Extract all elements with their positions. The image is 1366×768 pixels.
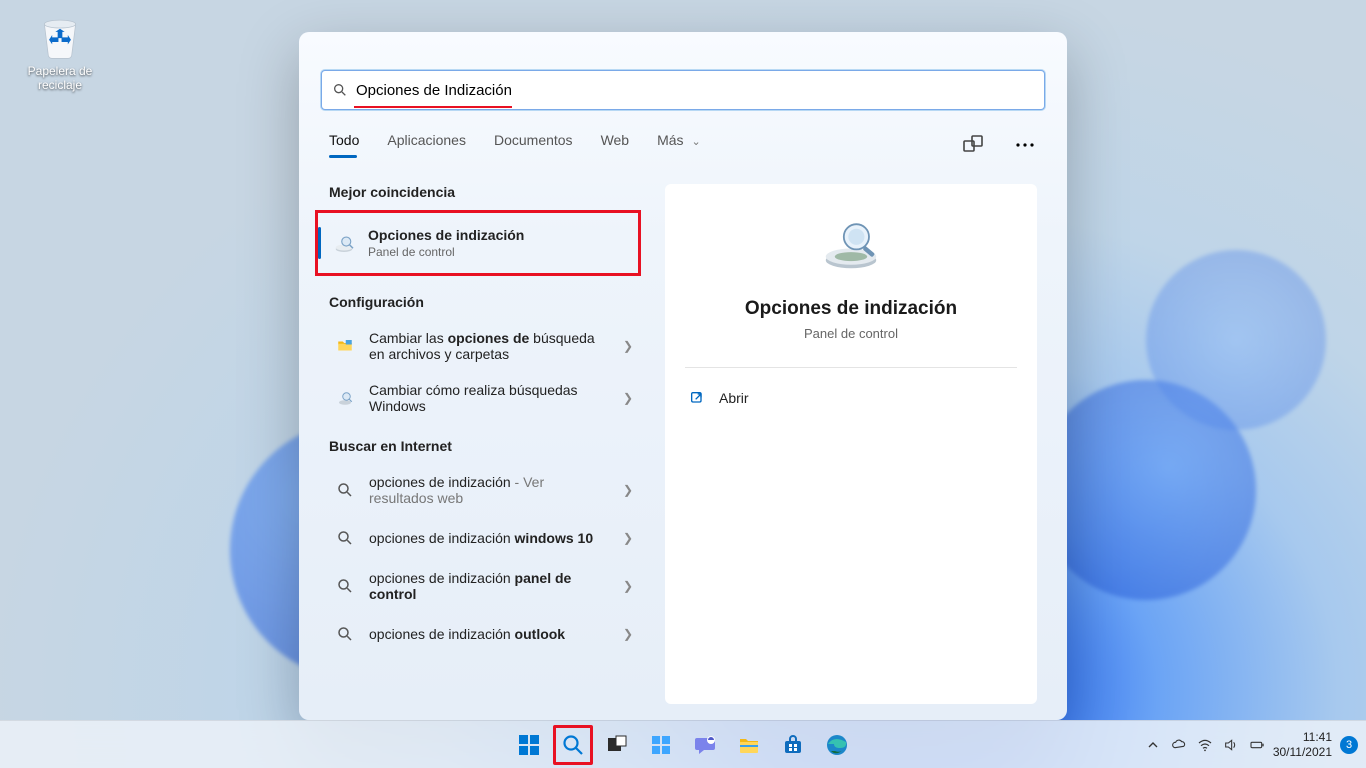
settings-item-label: Cambiar cómo realiza búsquedas Windows bbox=[369, 382, 605, 414]
indexing-options-icon bbox=[332, 231, 356, 255]
widgets-icon bbox=[649, 733, 673, 757]
tab-more[interactable]: Más ⌄ bbox=[657, 132, 701, 158]
search-app-launch-icon[interactable] bbox=[961, 133, 985, 157]
taskbar-edge-button[interactable] bbox=[817, 725, 857, 765]
search-icon bbox=[561, 733, 585, 757]
recycle-bin-label: Papelera de reciclaje bbox=[20, 64, 100, 92]
preview-open-label: Abrir bbox=[719, 390, 749, 406]
settings-item-icon bbox=[333, 334, 357, 358]
search-panel: Todo Aplicaciones Documentos Web Más ⌄ M… bbox=[299, 32, 1067, 720]
result-best-match[interactable]: Opciones de indización Panel de control bbox=[318, 219, 638, 267]
file-explorer-icon bbox=[737, 733, 761, 757]
open-icon bbox=[689, 390, 705, 406]
web-item-label: opciones de indización - Ver resultados … bbox=[369, 474, 605, 506]
chat-icon bbox=[693, 733, 717, 757]
taskbar-notification-badge[interactable]: 3 bbox=[1340, 736, 1358, 754]
taskbar-date: 30/11/2021 bbox=[1273, 745, 1332, 759]
search-tabs: Todo Aplicaciones Documentos Web Más ⌄ bbox=[299, 110, 1067, 158]
best-match-subtitle: Panel de control bbox=[368, 245, 624, 259]
taskbar-search-button[interactable] bbox=[553, 725, 593, 765]
search-icon bbox=[333, 574, 357, 598]
settings-item-icon bbox=[333, 386, 357, 410]
taskbar-widgets-button[interactable] bbox=[641, 725, 681, 765]
preview-title: Opciones de indización bbox=[685, 298, 1017, 320]
task-view-icon bbox=[605, 733, 629, 757]
taskbar-time: 11:41 bbox=[1273, 730, 1332, 744]
indexing-options-large-icon bbox=[815, 212, 887, 276]
onedrive-icon bbox=[1171, 737, 1187, 753]
tab-all[interactable]: Todo bbox=[329, 132, 359, 158]
search-icon bbox=[333, 622, 357, 646]
volume-icon bbox=[1223, 737, 1239, 753]
web-item-label: opciones de indización windows 10 bbox=[369, 530, 605, 546]
preview-action-open[interactable]: Abrir bbox=[685, 382, 1017, 414]
settings-section-label: Configuración bbox=[329, 294, 637, 310]
web-result-item[interactable]: opciones de indización windows 10 ❯ bbox=[329, 516, 637, 560]
web-item-label: opciones de indización outlook bbox=[369, 626, 605, 642]
microsoft-store-icon bbox=[781, 733, 805, 757]
tab-documents[interactable]: Documentos bbox=[494, 132, 573, 158]
annotation-best-match-highlight: Opciones de indización Panel de control bbox=[315, 210, 641, 276]
web-result-item[interactable]: opciones de indización - Ver resultados … bbox=[329, 464, 637, 516]
chevron-right-icon: ❯ bbox=[623, 579, 633, 593]
annotation-underline bbox=[354, 106, 512, 108]
search-icon bbox=[333, 478, 357, 502]
result-preview-pane: Opciones de indización Panel de control … bbox=[665, 184, 1037, 704]
tab-apps[interactable]: Aplicaciones bbox=[387, 132, 466, 158]
web-item-label: opciones de indización panel de control bbox=[369, 570, 605, 602]
windows-logo-icon bbox=[517, 733, 541, 757]
search-box[interactable] bbox=[321, 70, 1045, 110]
best-match-label: Mejor coincidencia bbox=[329, 184, 637, 200]
taskbar-chat-button[interactable] bbox=[685, 725, 725, 765]
chevron-right-icon: ❯ bbox=[623, 627, 633, 641]
chevron-right-icon: ❯ bbox=[623, 531, 633, 545]
web-result-item[interactable]: opciones de indización outlook ❯ bbox=[329, 612, 637, 656]
settings-result-item[interactable]: Cambiar las opciones de búsqueda en arch… bbox=[329, 320, 637, 372]
chevron-right-icon: ❯ bbox=[623, 339, 633, 353]
chevron-up-icon bbox=[1145, 737, 1161, 753]
search-icon bbox=[333, 526, 357, 550]
chevron-right-icon: ❯ bbox=[623, 483, 633, 497]
taskbar-start-button[interactable] bbox=[509, 725, 549, 765]
tab-web[interactable]: Web bbox=[601, 132, 630, 158]
recycle-bin-icon bbox=[35, 10, 85, 60]
wifi-icon bbox=[1197, 737, 1213, 753]
taskbar-task-view-button[interactable] bbox=[597, 725, 637, 765]
chevron-down-icon: ⌄ bbox=[691, 136, 700, 148]
settings-result-item[interactable]: Cambiar cómo realiza búsquedas Windows ❯ bbox=[329, 372, 637, 424]
settings-item-label: Cambiar las opciones de búsqueda en arch… bbox=[369, 330, 605, 362]
chevron-right-icon: ❯ bbox=[623, 391, 633, 405]
more-options-icon[interactable] bbox=[1013, 133, 1037, 157]
taskbar-system-tray[interactable] bbox=[1145, 737, 1265, 753]
taskbar-store-button[interactable] bbox=[773, 725, 813, 765]
battery-icon bbox=[1249, 737, 1265, 753]
taskbar-explorer-button[interactable] bbox=[729, 725, 769, 765]
search-icon bbox=[332, 82, 348, 98]
edge-icon bbox=[825, 733, 849, 757]
taskbar: 11:41 30/11/2021 3 bbox=[0, 720, 1366, 768]
best-match-title: Opciones de indización bbox=[368, 227, 524, 243]
desktop-icon-recycle-bin[interactable]: Papelera de reciclaje bbox=[20, 10, 100, 92]
taskbar-clock[interactable]: 11:41 30/11/2021 bbox=[1273, 730, 1332, 759]
web-result-item[interactable]: opciones de indización panel de control ❯ bbox=[329, 560, 637, 612]
web-section-label: Buscar en Internet bbox=[329, 438, 637, 454]
preview-subtitle: Panel de control bbox=[685, 326, 1017, 341]
search-input[interactable] bbox=[348, 82, 1034, 99]
